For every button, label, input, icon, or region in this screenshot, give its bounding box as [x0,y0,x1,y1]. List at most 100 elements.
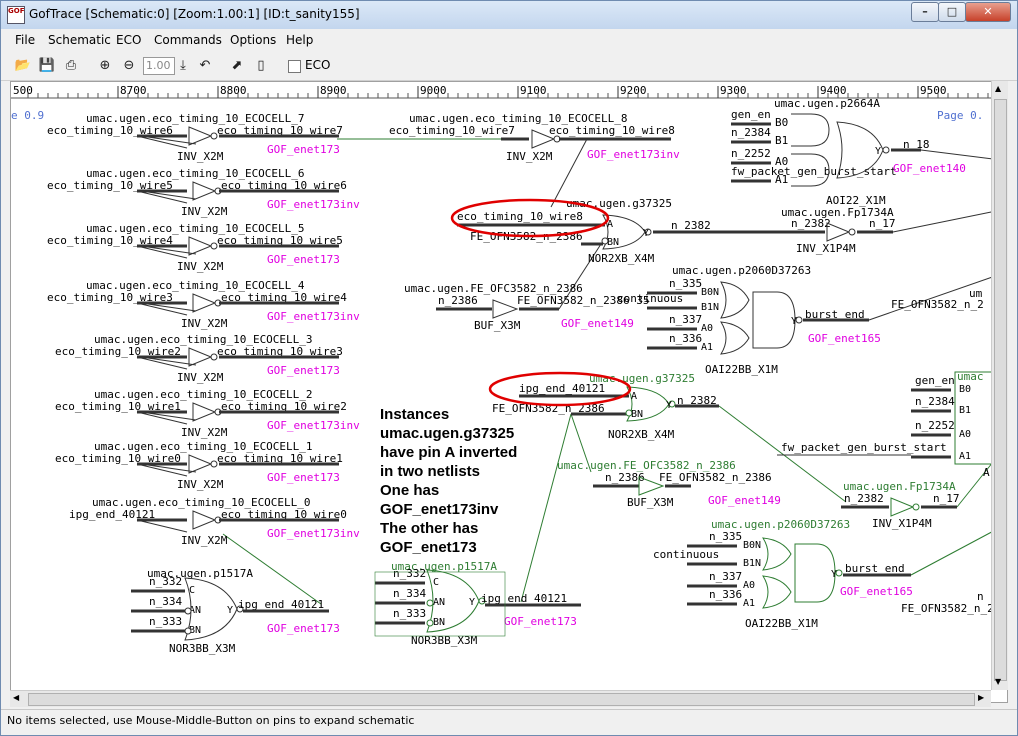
note-line: Instances [380,406,449,423]
open-folder-icon[interactable]: 📂 [13,56,33,76]
or-gate-symbol [720,281,750,319]
eco-net-label: GOF_enet173 [504,615,577,628]
cell-type: INV_X2M [506,150,553,163]
scroll-down-icon[interactable]: ▼ [995,677,1001,686]
vertical-scrollbar[interactable]: ▲ ▼ [991,81,1008,690]
pin-net-label: n_332 [393,567,426,580]
scroll-up-icon[interactable]: ▲ [995,84,1001,93]
wire [136,519,188,533]
horizontal-scrollbar[interactable]: ◀ ▶ [10,690,991,707]
note-line: in two netlists [380,463,480,480]
zoom-in-icon[interactable]: ⊕ [95,56,115,76]
page-label-left: e 0.9 [11,109,44,122]
save-icon[interactable]: 💾 [37,56,57,76]
print-icon[interactable]: ⎙ [61,56,81,76]
menu-commands[interactable]: Commands [154,33,222,47]
pin-name: Y [643,228,649,239]
pin-net-label: n_337 [669,313,702,326]
cell-type: INV_X2M [181,426,228,439]
pin-name: B0N [701,287,719,298]
ruler-tick-label: 9100 [520,84,547,97]
or-gate-symbol [720,321,750,355]
net-label: um [969,287,983,300]
nor3-input-bubble [426,619,434,627]
menu-eco[interactable]: ECO [116,33,141,47]
pin-net-label: n_335 [669,277,702,290]
pin-name: BN [631,409,643,420]
cell-type: OAI22BB_X1M [745,617,818,630]
eco-net-label: GOF_enet173 [267,253,340,266]
pin-name: BN [433,617,445,628]
app-window: GOF GofTrace [Schematic:0] [Zoom:1.00:1]… [0,0,1018,736]
net-label: FE_OFN3582_n_2386 [659,471,772,484]
scroll-left-icon[interactable]: ◀ [13,693,19,702]
horizontal-scroll-thumb[interactable] [28,693,975,706]
maximize-button[interactable]: □ [938,2,966,22]
net-label: eco_timing_10_wire8 [457,210,583,223]
note-line: The other has [380,520,478,537]
instance-name: umac.ugen.p2060D37263 [672,264,811,277]
eco-net-label: GOF_enet140 [893,162,966,175]
page-label-right: Page 0. [937,109,983,122]
undo-icon[interactable]: ↶ [195,56,215,76]
pin-net-label: n_334 [393,587,426,600]
pin-name: A1 [701,342,713,353]
schematic-canvas[interactable]: 8700 8800 8900 9000 9100 9200 9300 9400 9500 500… [10,81,1008,703]
status-bar: No items selected, use Mouse-Middle-Butt… [1,709,1017,734]
eco-net-label: GOF_enet173 [267,143,340,156]
menu-options[interactable]: Options [230,33,276,47]
ruler-tick-label: 8900 [320,84,347,97]
pin-name: A1 [959,451,971,462]
pin-name: B1 [775,134,788,147]
fit-view-icon[interactable]: ▯ [251,56,271,76]
pin-net-label: n_2384 [731,126,771,139]
pin-net-label: n_335 [709,530,742,543]
cell-type: INV_X2M [177,478,224,491]
net-label: n_17 [869,217,896,230]
eco-checkbox[interactable] [288,60,301,73]
eco-net-label: GOF_enet149 [561,317,634,330]
zoom-level-field[interactable]: 1.00 [143,57,175,75]
net-label: ipg_end_40121 [519,382,605,395]
pin-net-label: n_336 [669,332,702,345]
net-label: burst_end [845,562,905,575]
wire [718,405,847,503]
select-pointer-icon[interactable]: ⬈ [227,56,247,76]
zoom-out-icon[interactable]: ⊖ [119,56,139,76]
ruler-tick-label: 9300 [720,84,747,97]
cell-type: BUF_X3M [474,319,521,332]
instance-name: umac.ugen.p2664A [774,97,880,110]
ruler-tick-label: 8700 [120,84,147,97]
vertical-scroll-thumb[interactable] [994,99,1007,681]
menu-schematic[interactable]: Schematic [48,33,111,47]
or-gate-symbol [762,537,792,571]
status-text: No items selected, use Mouse-Middle-Butt… [7,714,415,727]
minimize-button[interactable]: – [911,2,939,22]
eco-net-label: GOF_enet173inv [267,527,360,540]
ruler: 8700 8800 8900 9000 9100 9200 9300 9400 9500 500 [11,82,1007,99]
inverter-symbol [192,510,217,530]
menu-bar: File Schematic ECO Commands Options Help [1,30,1017,51]
cell-type: NOR3BB_X3M [169,642,236,655]
close-button[interactable]: ✕ [965,2,1011,22]
cell-type: INV_X1P4M [872,517,932,530]
pin-name: A0 [959,429,971,440]
eco-checkbox-label: ECO [305,58,331,72]
net-label: n_2386 [438,294,478,307]
cell-type: BUF_X3M [627,496,674,509]
wire [892,209,1002,233]
net-label: n_2382 [791,217,831,230]
scroll-right-icon[interactable]: ▶ [978,693,984,702]
eco-net-label: GOF_enet165 [808,332,881,345]
nand-gate-symbol [752,291,796,349]
net-label: n_17 [933,492,960,505]
zoom-apply-icon[interactable]: ⤓ [173,56,193,76]
pin-name: B1N [701,302,719,313]
eco-net-label: GOF_enet173 [267,364,340,377]
menu-file[interactable]: File [15,33,35,47]
menu-help[interactable]: Help [286,33,313,47]
pin-name: C [433,577,439,588]
cell-type: NOR2XB_X4M [588,252,655,265]
pin-name: BN [607,237,619,248]
cell-type: INV_X1P4M [796,242,856,255]
